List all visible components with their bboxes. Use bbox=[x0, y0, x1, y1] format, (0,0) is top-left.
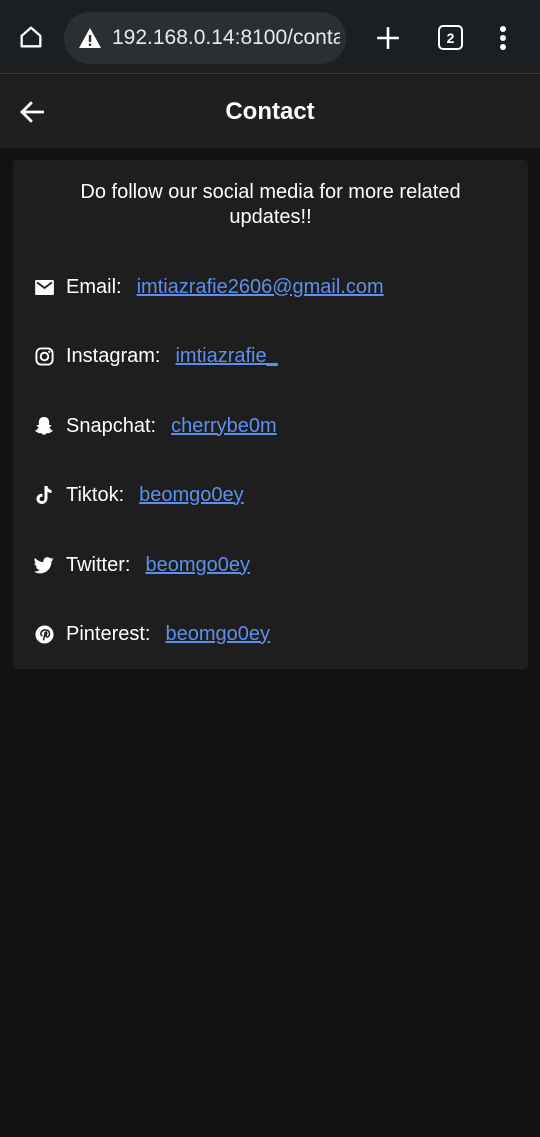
contact-row-pinterest: Pinterest: beomgo0ey bbox=[34, 619, 270, 649]
new-tab-button[interactable] bbox=[372, 22, 404, 54]
home-button[interactable] bbox=[14, 20, 48, 54]
contact-label: Email: bbox=[66, 275, 122, 298]
more-vert-icon bbox=[500, 26, 506, 50]
contact-label: Tiktok: bbox=[66, 483, 125, 506]
contact-label: Pinterest: bbox=[66, 622, 151, 645]
contact-row-email: Email: imtiazrafie2606@gmail.com bbox=[34, 272, 384, 302]
tiktok-link[interactable]: beomgo0ey bbox=[139, 484, 244, 507]
address-bar[interactable]: 192.168.0.14:8100/contact bbox=[64, 12, 346, 64]
contact-label: Twitter: bbox=[66, 553, 131, 576]
pinterest-icon bbox=[34, 624, 54, 644]
contact-label: Snapchat: bbox=[66, 414, 157, 437]
snapchat-icon bbox=[34, 416, 54, 436]
twitter-link[interactable]: beomgo0ey bbox=[145, 554, 250, 577]
contact-label: Instagram: bbox=[66, 344, 161, 367]
contact-row-tiktok: Tiktok: beomgo0ey bbox=[34, 480, 244, 510]
instagram-link[interactable]: imtiazrafie_ bbox=[175, 345, 277, 368]
contact-card: Do follow our social media for more rela… bbox=[13, 160, 528, 669]
browser-toolbar: 192.168.0.14:8100/contact 2 bbox=[0, 0, 540, 74]
email-link[interactable]: imtiazrafie2606@gmail.com bbox=[137, 276, 384, 299]
mail-icon bbox=[34, 277, 54, 297]
tiktok-icon bbox=[34, 485, 54, 505]
arrow-back-icon bbox=[20, 101, 44, 123]
page-title: Contact bbox=[225, 98, 315, 125]
tab-switcher-button[interactable]: 2 bbox=[438, 25, 463, 50]
contact-row-snapchat: Snapchat: cherrybe0m bbox=[34, 411, 277, 441]
contact-row-instagram: Instagram: imtiazrafie_ bbox=[34, 341, 278, 371]
twitter-icon bbox=[34, 555, 54, 575]
plus-icon bbox=[377, 27, 399, 49]
instagram-icon bbox=[34, 346, 54, 366]
warning-icon[interactable] bbox=[78, 26, 102, 50]
intro-text: Do follow our social media for more rela… bbox=[80, 181, 461, 228]
url-text[interactable]: 192.168.0.14:8100/contact bbox=[112, 26, 340, 50]
home-icon bbox=[20, 26, 42, 48]
back-button[interactable] bbox=[14, 94, 50, 130]
app-header: Contact bbox=[0, 75, 540, 148]
contact-row-twitter: Twitter: beomgo0ey bbox=[34, 550, 250, 580]
browser-menu-button[interactable] bbox=[490, 22, 516, 54]
snapchat-link[interactable]: cherrybe0m bbox=[171, 415, 277, 438]
pinterest-link[interactable]: beomgo0ey bbox=[165, 623, 270, 646]
